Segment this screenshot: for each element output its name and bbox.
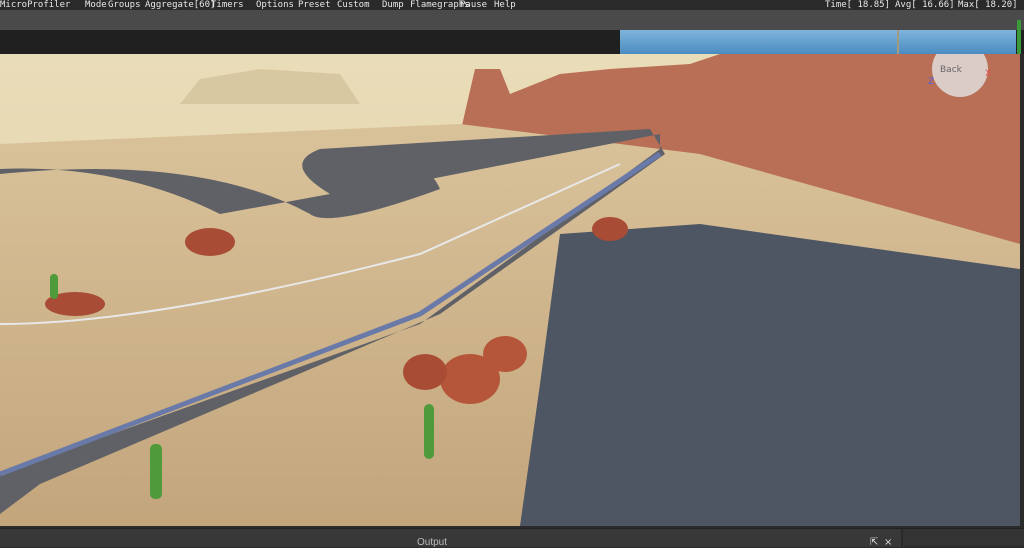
svg-text:Z: Z xyxy=(928,77,934,87)
graph-bars xyxy=(620,30,1016,54)
cactus xyxy=(150,444,162,499)
shadow-area xyxy=(520,224,1020,526)
graph-current-marker xyxy=(1017,20,1021,54)
undock-icon[interactable]: ⇱ xyxy=(870,537,878,548)
menu-groups[interactable]: Groups xyxy=(108,0,141,10)
menu-aggregate[interactable]: Aggregate[60] xyxy=(145,0,215,10)
profiler-menubar: MicroProfiler Mode Groups Aggregate[60] … xyxy=(0,0,1024,10)
close-icon[interactable]: × xyxy=(884,537,892,548)
svg-text:Back: Back xyxy=(940,65,963,75)
menu-help[interactable]: Help xyxy=(494,0,516,10)
menu-pause[interactable]: Pause xyxy=(460,0,487,10)
menu-mode[interactable]: Mode xyxy=(85,0,107,10)
stat-avg: Avg[ 16.66] xyxy=(895,0,955,10)
scene-viewport[interactable]: Back X Z xyxy=(0,54,1020,526)
output-panel-tab[interactable]: Output ⇱ × xyxy=(0,529,903,548)
menu-options[interactable]: Options xyxy=(256,0,294,10)
menu-timers[interactable]: Timers xyxy=(211,0,244,10)
bottom-panel: Output ⇱ × xyxy=(0,528,1024,548)
stat-max: Max[ 18.20] xyxy=(958,0,1018,10)
frame-time-graph[interactable] xyxy=(0,10,1024,54)
menu-dump[interactable]: Dump xyxy=(382,0,404,10)
menu-custom[interactable]: Custom xyxy=(337,0,370,10)
profiler-title: MicroProfiler xyxy=(0,0,71,10)
stat-time: Time[ 18.85] xyxy=(825,0,891,10)
svg-text:X: X xyxy=(985,69,991,79)
graph-spike xyxy=(897,30,899,54)
output-panel-title: Output xyxy=(417,537,448,548)
menu-preset[interactable]: Preset xyxy=(298,0,331,10)
